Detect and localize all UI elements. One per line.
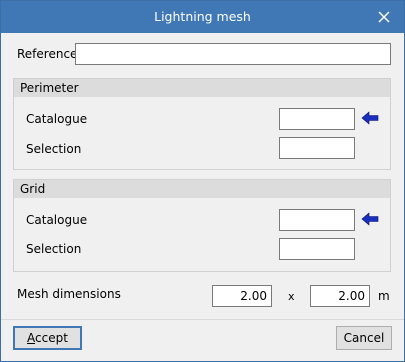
perimeter-selection-input[interactable] — [279, 137, 355, 159]
perimeter-catalogue-label: Catalogue — [26, 112, 88, 126]
mesh-unit: m — [378, 289, 390, 303]
grid-selection-label: Selection — [26, 242, 82, 256]
perimeter-catalogue-select-button[interactable] — [360, 108, 380, 128]
reference-input[interactable] — [75, 43, 391, 65]
title-bar: Lightning mesh — [1, 1, 404, 33]
mesh-height-input[interactable]: 2.00 — [310, 285, 370, 307]
accept-label-rest: ccept — [35, 331, 68, 345]
accept-accelerator: A — [27, 331, 36, 345]
grid-catalogue-label: Catalogue — [26, 213, 88, 227]
grid-catalogue-select-button[interactable] — [360, 209, 380, 229]
mesh-separator: x — [288, 290, 295, 303]
footer-divider — [1, 319, 404, 320]
window-title: Lightning mesh — [154, 9, 251, 24]
grid-heading: Grid — [14, 180, 390, 198]
close-icon — [378, 11, 390, 23]
cancel-button[interactable]: Cancel — [336, 326, 392, 350]
perimeter-heading: Perimeter — [14, 79, 390, 97]
arrow-left-icon — [361, 111, 379, 125]
arrow-left-icon — [361, 212, 379, 226]
mesh-width-input[interactable]: 2.00 — [212, 285, 272, 307]
grid-catalogue-input[interactable] — [279, 209, 355, 231]
perimeter-selection-label: Selection — [26, 142, 82, 156]
grid-selection-input[interactable] — [279, 238, 355, 260]
close-button[interactable] — [372, 4, 396, 30]
perimeter-catalogue-input[interactable] — [279, 108, 355, 130]
reference-label: Reference — [17, 47, 78, 61]
accept-button[interactable]: Accept — [13, 326, 82, 350]
lightning-mesh-dialog: Lightning mesh Reference Perimeter Catal… — [0, 0, 405, 362]
mesh-dimensions-label: Mesh dimensions — [17, 287, 121, 301]
